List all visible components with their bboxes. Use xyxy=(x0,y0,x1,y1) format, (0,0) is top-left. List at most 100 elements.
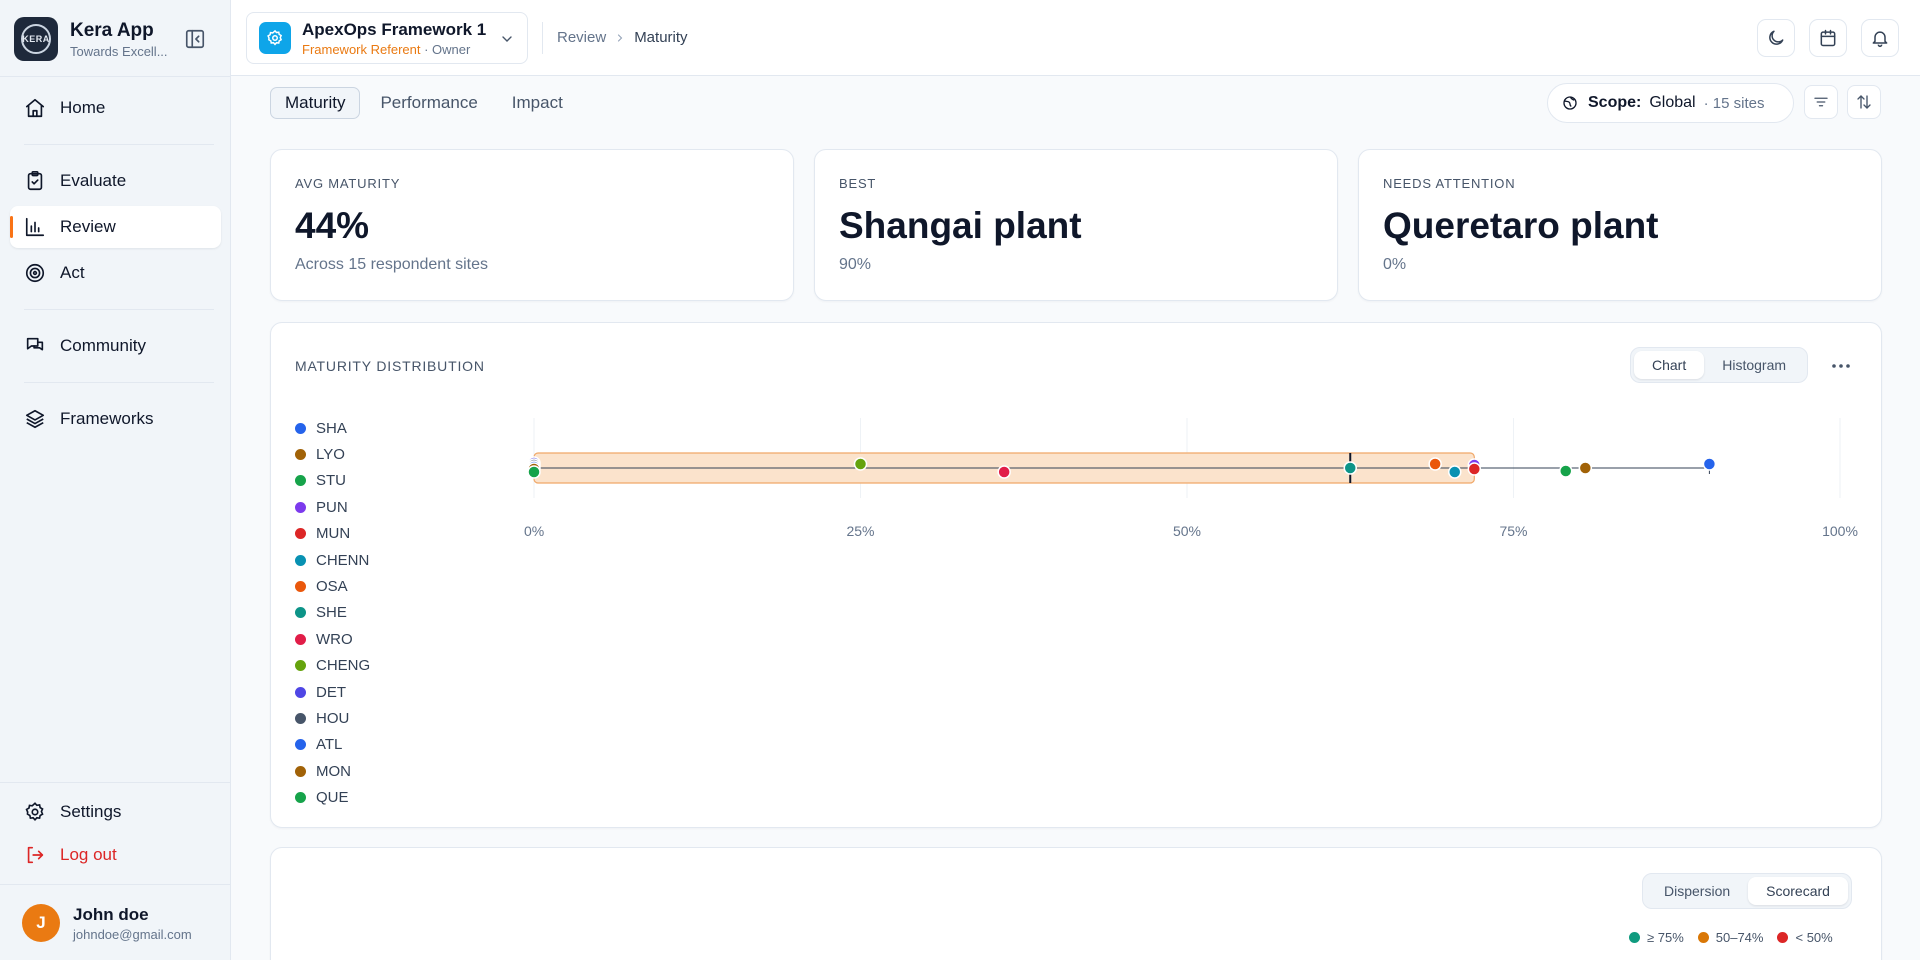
kpi-label: Best xyxy=(839,176,877,191)
scope-sites: · 15 sites xyxy=(1703,94,1765,112)
nav-separator xyxy=(24,309,214,310)
data-point-chenn xyxy=(1447,465,1462,479)
chat-icon xyxy=(26,337,44,351)
distribution-plot: 0% 25% 50% 75% 100% xyxy=(524,418,1858,539)
threshold-swatch xyxy=(1697,932,1709,943)
toggle-dispersion[interactable]: Dispersion xyxy=(1646,877,1748,905)
toggle-scorecard[interactable]: Scorecard xyxy=(1748,877,1848,905)
calendar-icon xyxy=(1820,29,1836,47)
breadcrumb: Review Maturity xyxy=(557,29,688,46)
x-tick-label: 100% xyxy=(1822,523,1858,539)
tab-maturity[interactable]: Maturity xyxy=(270,87,361,119)
framework-role: Framework Referent · Owner xyxy=(302,41,471,57)
data-point-osa xyxy=(1428,457,1442,471)
scorecard-view-toggle: Dispersion Scorecard xyxy=(1642,873,1852,909)
scope-selector[interactable]: Scope: Global · 15 sites xyxy=(1547,83,1794,123)
nav-item-settings[interactable]: Settings xyxy=(10,791,221,833)
calendar-button[interactable] xyxy=(1809,19,1847,57)
nav-item-review[interactable]: Review xyxy=(10,206,221,248)
user-name: John doe xyxy=(73,904,149,924)
threshold-swatch xyxy=(1629,932,1640,943)
threshold-label: 50–74% xyxy=(1715,930,1764,945)
data-point-mun xyxy=(1467,462,1482,476)
topbar-separator xyxy=(542,22,543,54)
app-logo-text: KERA xyxy=(21,24,51,54)
nav-item-community[interactable]: Community xyxy=(10,325,221,367)
user-email: johndoe@gmail.com xyxy=(73,926,192,942)
data-point-cheng xyxy=(853,457,868,471)
kpi-label: Needs attention xyxy=(1383,176,1516,191)
subview-tabs: Maturity Performance Impact xyxy=(270,87,583,119)
kpi-label: Avg maturity xyxy=(295,176,401,191)
nav-item-home[interactable]: Home xyxy=(10,87,221,129)
nav-label-home: Home xyxy=(60,98,106,117)
sort-button[interactable] xyxy=(1847,85,1881,119)
user-profile[interactable]: J John doe johndoe@gmail.com xyxy=(22,904,192,942)
threshold-label: < 50% xyxy=(1795,930,1833,945)
threshold-label: ≥ 75% xyxy=(1647,930,1684,945)
kpi-subtext: 0% xyxy=(1383,256,1407,273)
nav-label-community: Community xyxy=(60,336,146,355)
kpi-subtext: Across 15 respondent sites xyxy=(295,256,488,273)
threshold-legend-item: < 50% xyxy=(1777,930,1833,945)
x-tick-label: 25% xyxy=(846,523,874,539)
app-logo: KERA xyxy=(14,17,58,61)
nav-item-evaluate[interactable]: Evaluate xyxy=(10,160,221,202)
topbar: ApexOps Framework 1 Framework Referent ·… xyxy=(231,0,1920,76)
nav-label-review: Review xyxy=(60,217,116,236)
filter-button[interactable] xyxy=(1804,85,1838,119)
scope-label: Scope: xyxy=(1588,94,1642,111)
chevron-down-icon xyxy=(502,36,512,42)
avatar: J xyxy=(22,904,60,942)
globe-icon xyxy=(1563,96,1577,110)
gear-icon xyxy=(25,802,44,822)
nav-item-logout[interactable]: Log out xyxy=(10,834,221,876)
home-icon xyxy=(25,98,45,118)
tab-impact[interactable]: Impact xyxy=(498,87,577,119)
kpi-card-best: Best Shangai plant 90% xyxy=(814,149,1338,301)
layers-icon xyxy=(25,409,45,429)
bar-chart-icon xyxy=(25,217,45,237)
nav-separator xyxy=(24,144,214,145)
data-point-stu xyxy=(1558,464,1573,478)
threshold-legend-item: ≥ 75% xyxy=(1629,930,1684,945)
sidebar: KERA Kera App Towards Excell... Home Eva… xyxy=(0,0,231,960)
sidebar-divider xyxy=(0,782,231,783)
kpi-value: Shangai plant xyxy=(839,205,1082,246)
framework-name: ApexOps Framework 1 xyxy=(302,19,487,39)
kpi-value: Queretaro plant xyxy=(1383,205,1659,246)
nav-label-logout: Log out xyxy=(60,845,117,864)
threshold-legend: ≥ 75% 50–74% < 50% xyxy=(1629,930,1833,945)
tab-performance[interactable]: Performance xyxy=(366,87,491,119)
breadcrumb-parent[interactable]: Review xyxy=(557,29,606,46)
scorecard-card: Dispersion Scorecard ≥ 75% 50–74% < 50% xyxy=(270,847,1882,960)
kpi-value: 44% xyxy=(295,205,370,246)
data-point-sha xyxy=(1702,457,1717,471)
chevron-right-icon xyxy=(618,33,623,42)
notifications-button[interactable] xyxy=(1861,19,1899,57)
kpi-card-needs-attention: Needs attention Queretaro plant 0% xyxy=(1358,149,1882,301)
nav-label-act: Act xyxy=(60,263,85,282)
data-point-she xyxy=(1343,461,1357,475)
framework-selector[interactable]: ApexOps Framework 1 Framework Referent ·… xyxy=(246,12,528,64)
sort-icon xyxy=(1857,95,1871,109)
x-tick-label: 50% xyxy=(1173,523,1201,539)
clipboard-check-icon xyxy=(27,171,43,191)
scope-value: Global xyxy=(1649,94,1696,111)
filter-icon xyxy=(1814,97,1828,107)
sidebar-divider xyxy=(0,76,231,77)
nav-item-act[interactable]: Act xyxy=(10,252,221,294)
sidebar-collapse-icon[interactable] xyxy=(184,28,206,50)
data-point-lyo xyxy=(1578,461,1593,475)
threshold-legend-item: 50–74% xyxy=(1697,930,1764,945)
kpi-card-avg-maturity: Avg maturity 44% Across 15 respondent si… xyxy=(270,149,794,301)
nav-item-frameworks[interactable]: Frameworks xyxy=(10,398,221,440)
nav-separator xyxy=(24,382,214,383)
app-tagline: Towards Excell... xyxy=(70,43,168,59)
app-name: Kera App xyxy=(70,19,154,41)
data-point-que xyxy=(527,465,541,479)
x-tick-label: 0% xyxy=(524,523,544,539)
target-icon xyxy=(25,263,45,283)
sidebar-divider xyxy=(0,884,231,885)
theme-toggle-button[interactable] xyxy=(1757,19,1795,57)
